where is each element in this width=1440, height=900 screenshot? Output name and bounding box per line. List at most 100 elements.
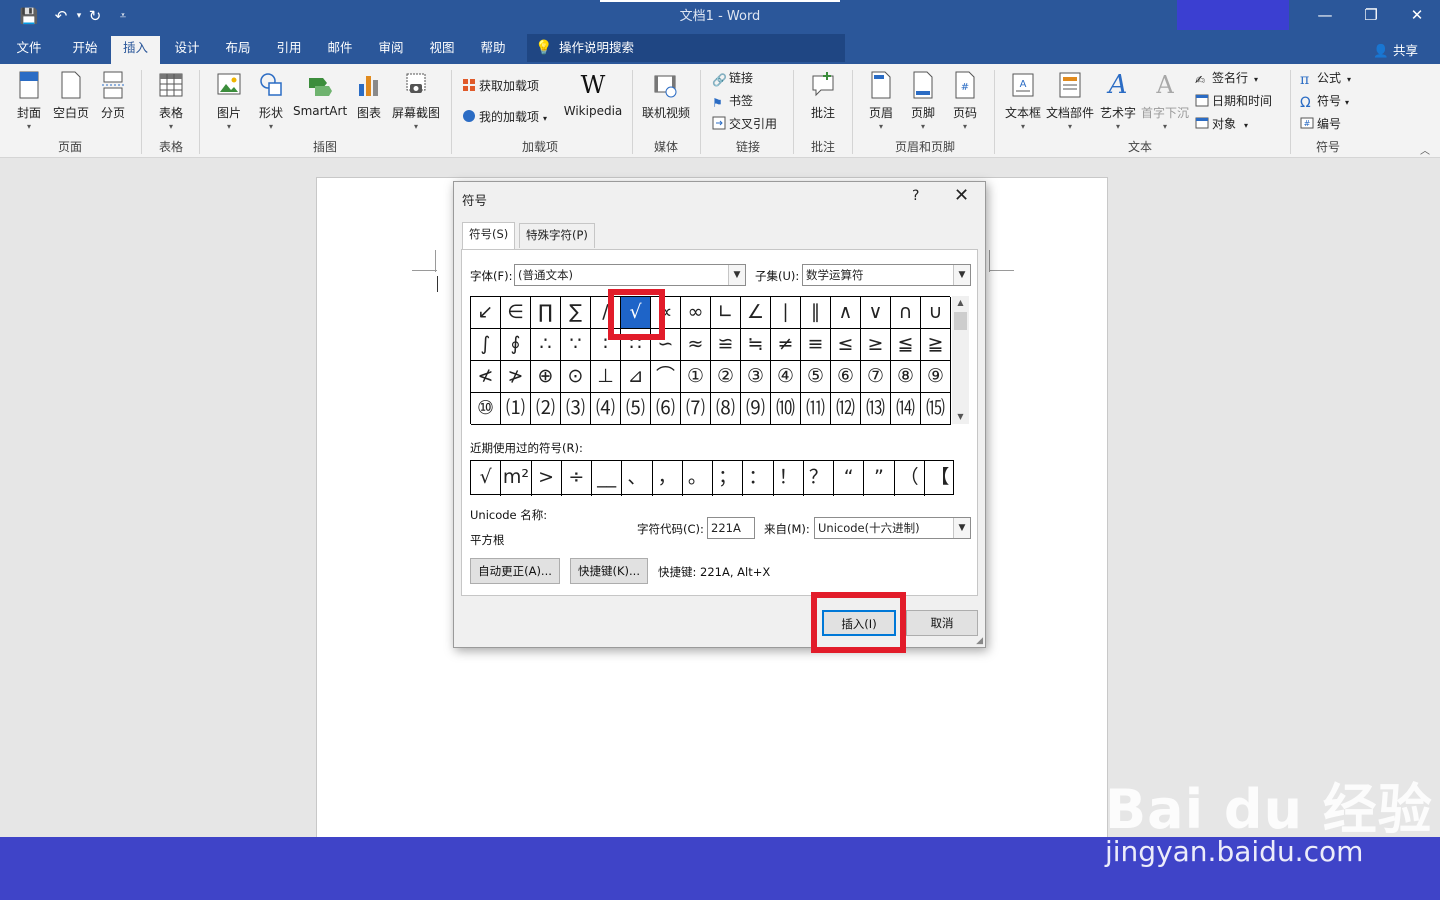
table-button[interactable]: 表格 ▾ xyxy=(154,70,188,131)
symbol-cell[interactable]: ⑻ xyxy=(711,393,741,425)
symbol-cell[interactable]: ≦ xyxy=(891,329,921,361)
symbol-cell[interactable]: ≮ xyxy=(471,361,501,393)
symbol-cell[interactable]: ① xyxy=(681,361,711,393)
symbol-cell[interactable]: ≡ xyxy=(801,329,831,361)
minimize-button[interactable]: — xyxy=(1302,0,1348,32)
recent-symbol-cell[interactable]: √ xyxy=(471,461,502,496)
link-button[interactable]: 🔗 链接 xyxy=(712,68,753,88)
symbol-cell[interactable]: ∵ xyxy=(561,329,591,361)
cover-page-button[interactable]: 封面 ▾ xyxy=(12,70,46,131)
page-number-button[interactable]: # 页码 ▾ xyxy=(948,70,982,131)
signature-line-button[interactable]: ✍ 签名行 ▾ xyxy=(1195,68,1258,88)
help-button[interactable]: ? xyxy=(912,188,919,204)
symbol-cell[interactable]: ≯ xyxy=(501,361,531,393)
symbol-cell[interactable]: ∟ xyxy=(711,297,741,329)
smartart-button[interactable]: SmartArt xyxy=(293,70,347,118)
drop-cap-button[interactable]: A 首字下沉 ▾ xyxy=(1140,70,1190,131)
symbol-cell[interactable]: ⑵ xyxy=(531,393,561,425)
save-icon[interactable]: 💾 xyxy=(18,6,40,26)
subset-select[interactable]: 数学运算符 ▼ xyxy=(802,264,971,286)
textbox-button[interactable]: A 文本框 ▾ xyxy=(1004,70,1042,131)
tab-help[interactable]: 帮助 xyxy=(470,36,516,64)
tab-file[interactable]: 文件 xyxy=(8,36,50,64)
recent-symbol-cell[interactable]: 。 xyxy=(683,461,713,496)
symbol-cell[interactable]: ⑹ xyxy=(651,393,681,425)
account-area[interactable] xyxy=(1177,0,1289,30)
symbol-cell[interactable]: ∮ xyxy=(501,329,531,361)
recent-symbol-cell[interactable]: ， xyxy=(653,461,683,496)
online-video-button[interactable]: 联机视频 xyxy=(640,70,692,121)
close-window-button[interactable]: ✕ xyxy=(1394,0,1440,32)
symbol-cell[interactable]: ∩ xyxy=(891,297,921,329)
equation-button[interactable]: π 公式 ▾ xyxy=(1300,68,1351,88)
my-addins-button[interactable]: 我的加载项 ▾ xyxy=(462,107,547,127)
symbol-cell[interactable]: ⑶ xyxy=(561,393,591,425)
tab-review[interactable]: 审阅 xyxy=(368,36,414,64)
blank-page-button[interactable]: 空白页 xyxy=(52,70,90,121)
symbol-cell[interactable]: ∴ xyxy=(531,329,561,361)
symbol-cell[interactable]: ⑸ xyxy=(621,393,651,425)
header-button[interactable]: 页眉 ▾ xyxy=(864,70,898,131)
number-button[interactable]: # 编号 xyxy=(1300,114,1341,134)
recent-symbol-cell[interactable]: ； xyxy=(713,461,744,496)
symbol-cell[interactable]: ↙ xyxy=(471,297,501,329)
font-select[interactable]: (普通文本) ▼ xyxy=(514,264,746,286)
recent-symbol-cell[interactable]: 、 xyxy=(622,461,653,496)
picture-button[interactable]: 图片 ▾ xyxy=(212,70,246,131)
symbol-button[interactable]: Ω 符号 ▾ xyxy=(1300,91,1349,111)
symbol-cell[interactable]: ⊕ xyxy=(531,361,561,393)
restore-button[interactable]: ❐ xyxy=(1348,0,1394,32)
symbol-cell[interactable]: ≤ xyxy=(831,329,861,361)
collapse-ribbon-icon[interactable]: ︿ xyxy=(1420,142,1430,157)
symbol-cell[interactable]: ⊥ xyxy=(591,361,621,393)
symbol-cell[interactable]: ∥ xyxy=(801,297,831,329)
bookmark-button[interactable]: ⚑ 书签 xyxy=(712,91,753,111)
symbol-cell[interactable]: ⑾ xyxy=(801,393,831,425)
scroll-up-icon[interactable]: ▲ xyxy=(952,296,969,310)
redo-icon[interactable]: ↻ xyxy=(84,6,106,26)
wordart-button[interactable]: A 艺术字 ▾ xyxy=(1098,70,1138,131)
get-addins-button[interactable]: 获取加载项 xyxy=(462,76,539,96)
symbol-cell[interactable]: ⑽ xyxy=(771,393,801,425)
tab-symbols[interactable]: 符号(S) xyxy=(462,222,516,249)
symbol-cell[interactable]: ⒂ xyxy=(921,393,951,425)
tab-view[interactable]: 视图 xyxy=(419,36,465,64)
resize-grip-icon[interactable]: ◢ xyxy=(976,636,983,646)
tab-special-characters[interactable]: 特殊字符(P) xyxy=(519,223,595,248)
tab-mailings[interactable]: 邮件 xyxy=(317,36,363,64)
symbol-cell[interactable]: ⑨ xyxy=(921,361,951,393)
symbol-grid-scrollbar[interactable]: ▲ ▼ xyxy=(952,296,969,424)
page-break-button[interactable]: 分页 xyxy=(98,70,128,121)
symbol-cell[interactable]: ⑩ xyxy=(471,393,501,425)
symbol-cell[interactable]: ∠ xyxy=(741,297,771,329)
symbol-cell[interactable]: ⌒ xyxy=(651,361,681,393)
symbol-cell[interactable]: ∫ xyxy=(471,329,501,361)
symbol-cell[interactable]: ② xyxy=(711,361,741,393)
recent-symbol-cell[interactable]: m² xyxy=(501,461,532,496)
object-button[interactable]: 对象 ▾ xyxy=(1195,114,1248,134)
symbol-cell[interactable]: ∈ xyxy=(501,297,531,329)
screenshot-button[interactable]: 屏幕截图 ▾ xyxy=(390,70,442,131)
cancel-button[interactable]: 取消 xyxy=(906,610,978,636)
symbol-cell[interactable]: ⒀ xyxy=(861,393,891,425)
tab-references[interactable]: 引用 xyxy=(266,36,312,64)
dialog-close-button[interactable]: ✕ xyxy=(954,185,969,206)
symbol-cell[interactable]: ⑴ xyxy=(501,393,531,425)
tell-me-search[interactable]: 💡 操作说明搜索 xyxy=(527,34,845,62)
symbol-cell[interactable]: ≥ xyxy=(861,329,891,361)
recent-symbol-cell[interactable]: “ xyxy=(834,461,865,496)
symbol-cell[interactable]: ⑷ xyxy=(591,393,621,425)
recent-symbol-cell[interactable]: ” xyxy=(864,461,895,496)
symbol-cell[interactable]: ∣ xyxy=(771,297,801,329)
symbol-cell[interactable]: ∏ xyxy=(531,297,561,329)
symbol-cell[interactable]: ∑ xyxy=(561,297,591,329)
symbol-cell[interactable]: ⑧ xyxy=(891,361,921,393)
from-select[interactable]: Unicode(十六进制) ▼ xyxy=(814,517,971,539)
customize-quick-access-icon[interactable]: ⩡ xyxy=(112,6,134,26)
symbol-cell[interactable]: ⑼ xyxy=(741,393,771,425)
symbol-cell[interactable]: ⊿ xyxy=(621,361,651,393)
recent-symbol-cell[interactable]: 【 xyxy=(925,461,955,496)
symbol-cell[interactable]: ⑺ xyxy=(681,393,711,425)
symbol-cell[interactable]: ∞ xyxy=(681,297,711,329)
tab-home[interactable]: 开始 xyxy=(62,36,108,64)
